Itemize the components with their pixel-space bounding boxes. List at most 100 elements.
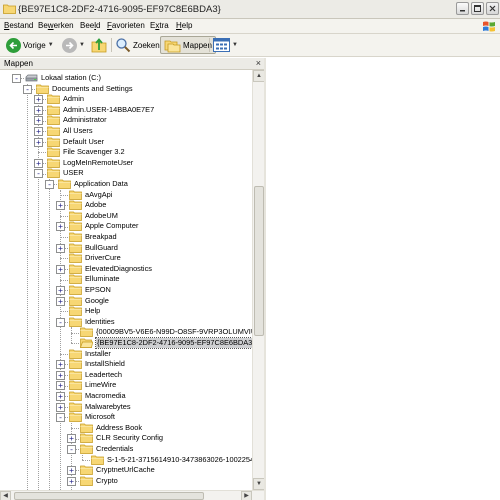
collapse-icon[interactable]: - xyxy=(45,180,54,189)
up-folder-button[interactable] xyxy=(91,36,108,54)
tree-item-label: Lokaal station (C:) xyxy=(41,73,101,82)
vertical-scrollbar[interactable]: ▲ ▼ xyxy=(252,70,265,490)
tree-item[interactable]: + Macromedia xyxy=(0,391,252,402)
tree-item[interactable]: - Identities xyxy=(0,317,252,328)
collapse-icon[interactable]: - xyxy=(56,413,65,423)
window-title: {BE97E1C8-2DF2-4716-9095-EF97C8E6BDA3} xyxy=(18,4,221,15)
tree-item[interactable]: Help xyxy=(0,306,252,317)
tree-item[interactable]: - Microsoft xyxy=(0,412,252,423)
menu-bestand[interactable]: Bestand xyxy=(4,21,33,30)
tree-item[interactable]: - Documents and Settings xyxy=(0,84,252,95)
horizontal-scrollbar[interactable]: ◀ ▶ xyxy=(0,490,264,500)
menu-help[interactable]: Help xyxy=(176,21,192,30)
tree-item[interactable]: Elluminate xyxy=(0,274,252,285)
tree-item[interactable]: + Admin xyxy=(0,94,252,105)
tree-item[interactable]: - Credentials xyxy=(0,444,252,455)
menu-beeld[interactable]: Beeld xyxy=(80,21,100,30)
expand-icon[interactable]: + xyxy=(34,137,43,147)
open-folder-icon xyxy=(80,338,93,348)
tree-item[interactable]: + BullGuard xyxy=(0,243,252,254)
tree-item[interactable]: S-1-5-21-3715614910-3473863026-10022547 xyxy=(0,455,252,466)
expand-icon[interactable]: + xyxy=(34,127,43,136)
expand-icon[interactable]: + xyxy=(56,201,65,211)
tree-item[interactable]: AdobeUM xyxy=(0,211,252,222)
expand-icon[interactable]: + xyxy=(67,476,76,486)
folder-icon xyxy=(80,444,93,454)
tree-item[interactable]: + Apple Computer xyxy=(0,221,252,232)
collapse-icon[interactable]: - xyxy=(34,169,43,179)
tree-item[interactable]: {BE97E1C8-2DF2-4716-9095-EF97C8E6BDA3} xyxy=(0,337,252,349)
expand-icon[interactable]: + xyxy=(34,158,43,168)
search-button[interactable]: Zoeken xyxy=(115,36,160,54)
expand-icon[interactable]: + xyxy=(56,243,65,253)
tree-item[interactable]: + Default User xyxy=(0,137,252,148)
tree-item[interactable]: + LimeWire xyxy=(0,380,252,391)
close-panel-icon[interactable]: × xyxy=(256,58,261,68)
horizontal-scrollbar-thumb[interactable] xyxy=(14,492,204,500)
tree-item[interactable]: - Application Data xyxy=(0,179,252,190)
tree-item[interactable]: + Admin.USER-14BBA0E7E7 xyxy=(0,105,252,116)
tree-item[interactable]: Installer xyxy=(0,349,252,360)
collapse-icon[interactable]: - xyxy=(12,74,21,83)
folder-icon xyxy=(69,317,82,327)
collapse-icon[interactable]: - xyxy=(56,317,65,327)
tree-item[interactable]: + CryptnetUrlCache xyxy=(0,465,252,476)
expand-icon[interactable]: + xyxy=(56,296,65,306)
collapse-icon[interactable]: - xyxy=(67,445,76,454)
menu-bewerken[interactable]: Bewerken xyxy=(38,21,74,30)
minimize-button[interactable] xyxy=(456,2,469,15)
tree-item[interactable]: + ElevatedDiagnostics xyxy=(0,264,252,275)
tree-item[interactable]: + Administrator xyxy=(0,115,252,126)
tree-item[interactable]: File Scavenger 3.2 xyxy=(0,147,252,158)
forward-button[interactable]: ▼ xyxy=(62,36,85,54)
tree-item[interactable]: + LogMeInRemoteUser xyxy=(0,158,252,169)
expand-icon[interactable]: + xyxy=(56,222,65,232)
expand-icon[interactable]: + xyxy=(34,116,43,126)
expand-icon[interactable]: + xyxy=(56,392,65,401)
expand-icon[interactable]: + xyxy=(34,95,43,105)
tree-item[interactable]: + Crypto xyxy=(0,476,252,487)
expand-icon[interactable]: + xyxy=(67,466,76,476)
back-button[interactable]: Vorige ▼ xyxy=(6,36,54,54)
tree-item[interactable]: + Adobe xyxy=(0,200,252,211)
collapse-icon[interactable]: - xyxy=(23,84,32,94)
scroll-left-icon[interactable]: ◀ xyxy=(0,491,11,500)
menu-extra[interactable]: Extra xyxy=(150,21,169,30)
tree-item[interactable]: + Leadertech xyxy=(0,370,252,381)
folder-icon xyxy=(47,105,60,115)
expand-icon[interactable]: + xyxy=(56,370,65,380)
scrollbar-thumb[interactable] xyxy=(254,186,264,336)
expand-icon[interactable]: + xyxy=(34,105,43,115)
tree-item[interactable]: DriverCure xyxy=(0,253,252,264)
forward-dropdown-icon[interactable]: ▼ xyxy=(79,42,85,48)
tree-item[interactable]: + Google xyxy=(0,296,252,307)
menu-favorieten[interactable]: Favorieten xyxy=(107,21,145,30)
maximize-button[interactable] xyxy=(471,2,484,15)
close-button[interactable] xyxy=(486,2,499,15)
tree-item-label: Microsoft xyxy=(85,412,115,422)
tree-item[interactable]: aAvgApi xyxy=(0,190,252,201)
expand-icon[interactable]: + xyxy=(56,402,65,412)
tree-item[interactable]: Breakpad xyxy=(0,232,252,243)
tree-item[interactable]: + All Users xyxy=(0,126,252,137)
expand-icon[interactable]: + xyxy=(56,286,65,295)
tree-item[interactable]: - USER xyxy=(0,168,252,179)
expand-icon[interactable]: + xyxy=(56,360,65,370)
tree-item[interactable]: + Malwarebytes xyxy=(0,402,252,413)
tree-item[interactable]: + InstallShield xyxy=(0,359,252,370)
expand-icon[interactable]: + xyxy=(56,264,65,274)
back-dropdown-icon[interactable]: ▼ xyxy=(48,42,54,48)
tree-item[interactable]: + CLR Security Config xyxy=(0,433,252,444)
tree-item[interactable]: {00009BV5-V6E6-N99D-O8SF-9VRP3OLUMVIU} xyxy=(0,327,252,338)
expand-icon[interactable]: + xyxy=(56,381,65,391)
folder-contents-pane[interactable] xyxy=(266,58,500,500)
views-dropdown-icon[interactable]: ▼ xyxy=(232,42,238,48)
scroll-right-icon[interactable]: ▶ xyxy=(241,491,252,500)
tree-item[interactable]: Address Book xyxy=(0,423,252,434)
toolbar: Vorige ▼ ▼ Zoeken Mappen ▼ xyxy=(0,34,500,57)
tree-item[interactable]: + EPSON xyxy=(0,285,252,296)
views-button[interactable]: ▼ xyxy=(213,36,238,54)
tree-item[interactable]: - Lokaal station (C:) xyxy=(0,73,252,84)
expand-icon[interactable]: + xyxy=(67,434,76,444)
folders-button[interactable]: Mappen xyxy=(160,36,216,54)
